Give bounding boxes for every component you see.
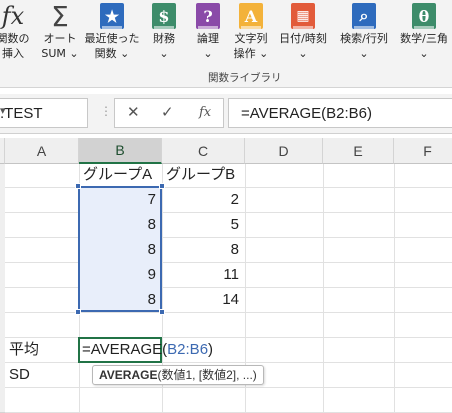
gridline [323, 164, 324, 413]
formula-input[interactable]: =AVERAGE(B2:B6) [228, 98, 452, 128]
financial-label-1: 財務 [153, 32, 175, 45]
star-book-icon: ★ [100, 3, 124, 29]
financial-button[interactable]: $ 財務 ⌄ [146, 0, 182, 70]
gridline [5, 387, 452, 388]
math-label-2: ⌄ [419, 47, 429, 60]
sigma-glyph: Σ [51, 0, 69, 33]
fx-glyph: fx [1, 2, 25, 30]
cell-b1[interactable]: グループA [79, 163, 162, 187]
datetime-button[interactable]: ▦ 日付/時刻 ⌄ [276, 0, 330, 70]
range-handle-bottom-right[interactable] [159, 309, 165, 315]
range-handle-top-right[interactable] [159, 183, 165, 189]
financial-label-2: ⌄ [159, 47, 169, 60]
fx-icon: fx [1, 2, 25, 30]
formula-buttons: ✕ ✓ fx [114, 98, 224, 128]
cancel-icon[interactable]: ✕ [127, 103, 140, 121]
cell-a9[interactable]: SD [5, 363, 79, 387]
tooltip-function-name[interactable]: AVERAGE [99, 368, 157, 382]
text-glyph: A [244, 6, 258, 26]
text-book-icon: A [239, 3, 263, 29]
calendar-glyph: ▦ [296, 8, 310, 24]
math-button[interactable]: θ 数学/三角 ⌄ [396, 0, 452, 70]
cell-c1[interactable]: グループB [162, 163, 245, 187]
recent-functions-button[interactable]: ★ 最近使った 関数 ⌄ [84, 0, 140, 70]
coins-book-icon: $ [152, 3, 176, 29]
recent-label-1: 最近使った [84, 32, 140, 45]
calendar-book-icon: ▦ [291, 3, 315, 29]
autosum-button[interactable]: Σ オート SUM ⌄ [38, 0, 82, 70]
logical-label-2: ⌄ [203, 47, 213, 60]
cell-b8-formula[interactable]: =AVERAGE(B2:B6) [82, 338, 213, 362]
text-label-1: 文字列 [234, 32, 268, 45]
star-glyph: ★ [104, 6, 120, 26]
formula-input-text: =AVERAGE(B2:B6) [241, 105, 373, 122]
gridline [5, 312, 452, 313]
column-header-e[interactable]: E [323, 138, 394, 164]
formula-suffix: ) [208, 341, 214, 358]
question-book-icon: ? [196, 3, 220, 29]
column-header-d[interactable]: D [245, 138, 323, 164]
magnifier-glyph: ⌕ [359, 6, 369, 25]
datetime-label-2: ⌄ [298, 47, 308, 60]
insert-function-label-1: 関数の [0, 32, 30, 45]
logical-label-1: 論理 [197, 32, 219, 45]
insert-function-button[interactable]: fx 関数の 挿入 [0, 0, 30, 70]
theta-glyph: θ [418, 6, 430, 26]
column-header-c[interactable]: C [162, 138, 245, 164]
autosum-label-2: SUM ⌄ [41, 47, 79, 60]
lookup-label-2: ⌄ [359, 47, 369, 60]
range-handle-bottom-left[interactable] [75, 309, 81, 315]
cell-c6[interactable]: 14 [162, 288, 245, 312]
coins-glyph: $ [158, 6, 170, 26]
cell-a8[interactable]: 平均 [5, 338, 79, 362]
text-label-2: 操作 ⌄ [233, 47, 269, 60]
cell-c3[interactable]: 5 [162, 213, 245, 237]
theta-book-icon: θ [412, 3, 436, 29]
lookup-label-1: 検索/行列 [340, 32, 388, 45]
ribbon: fx 関数の 挿入 Σ オート SUM ⌄ ★ 最近使った 関数 ⌄ $ 財務 … [0, 0, 452, 88]
formula-range-ref: B2:B6 [167, 341, 209, 358]
math-label-1: 数学/三角 [400, 32, 448, 45]
insert-function-label-2: 挿入 [2, 47, 24, 60]
recent-label-2: 関数 ⌄ [94, 47, 130, 60]
range-handle-top-left[interactable] [75, 183, 81, 189]
column-header-a[interactable]: A [5, 138, 79, 164]
function-library-group-label: 関数ライブラリ [208, 72, 282, 84]
resize-dots-icon[interactable]: ⋮ [100, 104, 112, 118]
tooltip-arguments: (数値1, [数値2], ...) [157, 368, 257, 382]
question-glyph: ? [203, 6, 213, 26]
cell-c2[interactable]: 2 [162, 188, 245, 212]
column-header-b[interactable]: B [79, 138, 162, 164]
formula-prefix: =AVERAGE( [82, 341, 168, 358]
cell-c4[interactable]: 8 [162, 238, 245, 262]
enter-icon[interactable]: ✓ [161, 103, 174, 121]
insert-function-icon[interactable]: fx [199, 105, 211, 120]
cell-c5[interactable]: 11 [162, 263, 245, 287]
sigma-icon: Σ [48, 0, 72, 33]
magnifier-book-icon: ⌕ [352, 3, 376, 29]
logical-button[interactable]: ? 論理 ⌄ [190, 0, 226, 70]
formula-bar: .TEST ▾ ⋮ ✕ ✓ fx =AVERAGE(B2:B6) [0, 94, 452, 134]
text-functions-button[interactable]: A 文字列 操作 ⌄ [230, 0, 272, 70]
datetime-label-1: 日付/時刻 [279, 32, 327, 45]
name-box-dropdown-icon[interactable]: ▾ [0, 104, 81, 117]
autosum-label-1: オート [43, 32, 77, 45]
gridline [394, 164, 395, 413]
referenced-range-border [78, 186, 162, 312]
function-argument-tooltip[interactable]: AVERAGE(数値1, [数値2], ...) [92, 365, 264, 385]
lookup-button[interactable]: ⌕ 検索/行列 ⌄ [336, 0, 392, 70]
column-header-f[interactable]: F [394, 138, 452, 164]
name-box[interactable]: .TEST ▾ [0, 98, 88, 128]
